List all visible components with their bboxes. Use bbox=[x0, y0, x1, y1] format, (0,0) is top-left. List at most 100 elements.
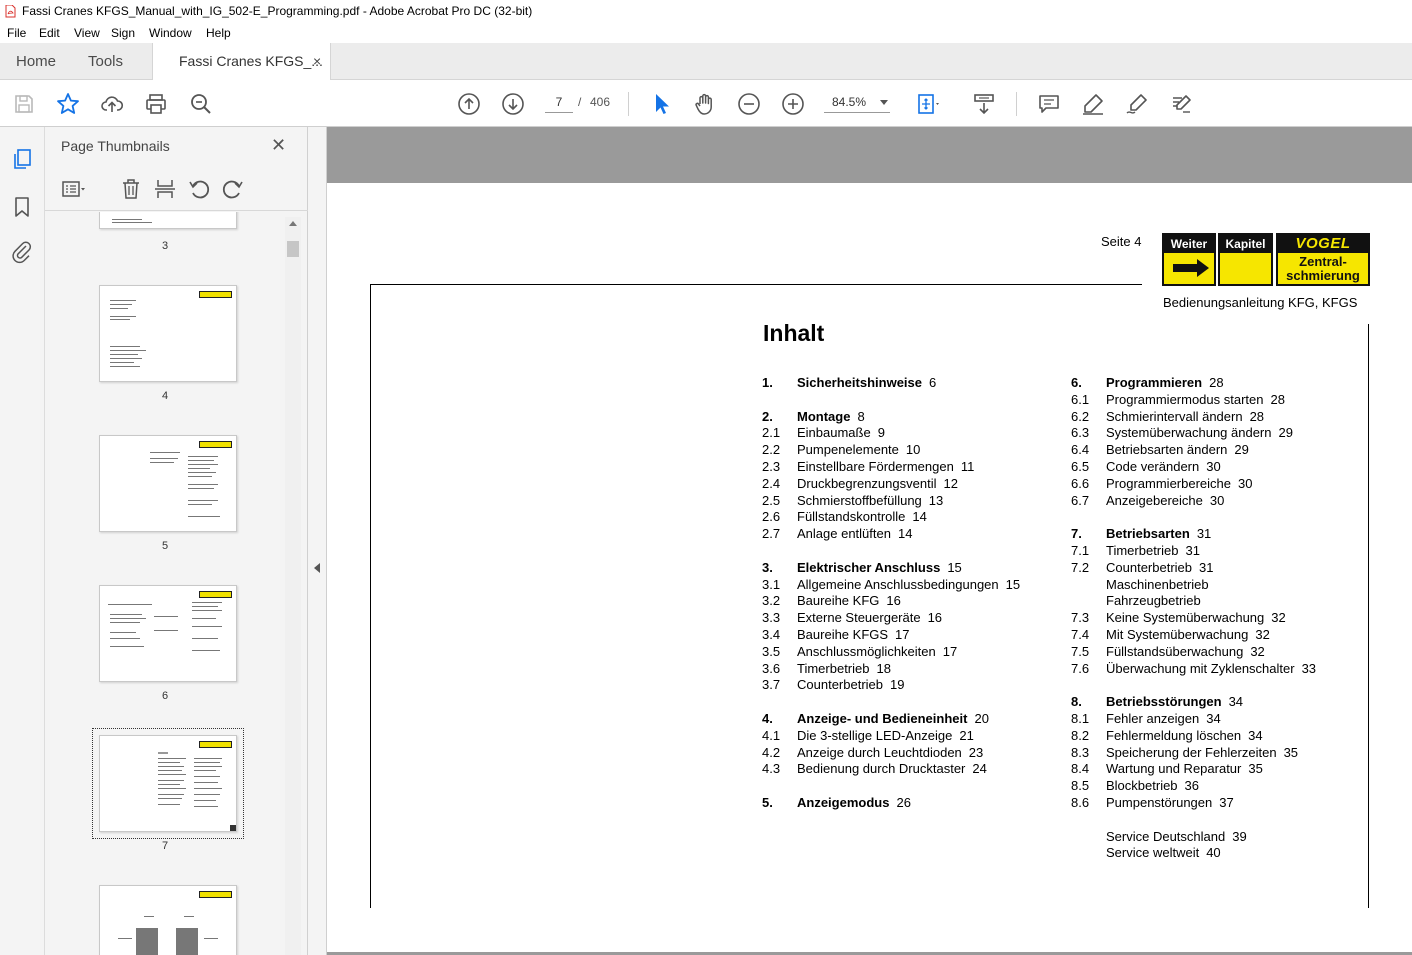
page-thumbnails-icon[interactable] bbox=[12, 148, 34, 170]
toc-entry[interactable]: Anzeige durch Leuchtdioden 23 bbox=[797, 745, 983, 760]
page-thumbnail[interactable] bbox=[99, 285, 237, 382]
scroll-up-icon[interactable] bbox=[289, 221, 297, 226]
toc-entry[interactable]: Druckbegrenzungsventil 12 bbox=[797, 476, 958, 491]
toc-entry[interactable]: Wartung und Reparatur 35 bbox=[1106, 761, 1263, 776]
attachment-icon[interactable] bbox=[11, 240, 33, 264]
toc-entry[interactable]: Montage 8 bbox=[797, 409, 865, 424]
toc-entry[interactable]: Anzeigemodus 26 bbox=[797, 795, 911, 810]
extract-pages-icon[interactable] bbox=[153, 177, 177, 201]
toc-entry-page: 29 bbox=[1278, 425, 1293, 441]
toc-entry[interactable]: Baureihe KFG 16 bbox=[797, 593, 901, 608]
toc-entry[interactable]: Timerbetrieb 18 bbox=[797, 661, 891, 676]
toc-entry[interactable]: Code verändern 30 bbox=[1106, 459, 1221, 474]
comment-icon[interactable] bbox=[1037, 92, 1061, 116]
menu-view[interactable]: View bbox=[74, 23, 100, 43]
toc-entry[interactable]: Allgemeine Anschlussbedingungen 15 bbox=[797, 577, 1020, 592]
menu-sign[interactable]: Sign bbox=[111, 23, 135, 43]
toc-entry[interactable]: Counterbetrieb 31 bbox=[1106, 560, 1213, 575]
scroll-mode-icon[interactable] bbox=[972, 92, 996, 116]
toc-entry[interactable]: Sicherheitshinweise 6 bbox=[797, 375, 936, 390]
toc-entry[interactable]: Betriebsarten ändern 29 bbox=[1106, 442, 1249, 457]
toc-entry[interactable]: Blockbetrieb 36 bbox=[1106, 778, 1199, 793]
toc-entry[interactable]: Systemüberwachung ändern 29 bbox=[1106, 425, 1293, 440]
toc-entry-page: 36 bbox=[1184, 778, 1200, 794]
close-icon[interactable]: ✕ bbox=[271, 135, 286, 156]
tab-home[interactable]: Home bbox=[16, 43, 56, 80]
toc-entry[interactable]: Programmieren 28 bbox=[1106, 375, 1224, 390]
toc-entry[interactable]: Einbaumaße 9 bbox=[797, 425, 885, 440]
document-view[interactable]: Seite 4 Weiter Kapitel VOGEL Zentral- sc… bbox=[327, 127, 1412, 955]
toc-entry[interactable]: Maschinenbetrieb bbox=[1106, 577, 1209, 592]
page-thumbnail[interactable] bbox=[99, 585, 237, 682]
toc-entry[interactable]: Keine Systemüberwachung 32 bbox=[1106, 610, 1286, 625]
toc-entry[interactable]: Anzeigebereiche 30 bbox=[1106, 493, 1224, 508]
toc-entry[interactable]: Anzeige- und Bedieneinheit 20 bbox=[797, 711, 989, 726]
menu-window[interactable]: Window bbox=[149, 23, 192, 43]
print-icon[interactable] bbox=[144, 92, 168, 116]
toc-entry[interactable]: Betriebsarten 31 bbox=[1106, 526, 1211, 541]
toc-entry[interactable]: Schmierstoffbefüllung 13 bbox=[797, 493, 943, 508]
page-thumbnail[interactable] bbox=[99, 885, 237, 955]
zoom-search-icon[interactable] bbox=[189, 92, 213, 116]
zoom-out-icon[interactable] bbox=[737, 92, 761, 116]
select-cursor-icon[interactable] bbox=[650, 92, 674, 116]
bookmark-icon[interactable] bbox=[13, 196, 31, 218]
toc-entry[interactable]: Counterbetrieb 19 bbox=[797, 677, 904, 692]
toc-entry[interactable]: Service Deutschland 39 bbox=[1106, 829, 1247, 844]
edit-share-icon[interactable] bbox=[1169, 92, 1193, 116]
toc-entry[interactable]: Pumpenelemente 10 bbox=[797, 442, 920, 457]
hand-tool-icon[interactable] bbox=[693, 92, 717, 116]
toc-entry[interactable]: Schmierintervall ändern 28 bbox=[1106, 409, 1264, 424]
sign-icon[interactable] bbox=[1125, 92, 1149, 116]
toc-entry[interactable]: Bedienung durch Drucktaster 24 bbox=[797, 761, 987, 776]
toc-entry[interactable]: Speicherung der Fehlerzeiten 35 bbox=[1106, 745, 1298, 760]
toc-entry[interactable]: Überwachung mit Zyklenschalter 33 bbox=[1106, 661, 1316, 676]
menu-edit[interactable]: Edit bbox=[39, 23, 60, 43]
save-icon[interactable] bbox=[12, 92, 36, 116]
toc-entry[interactable]: Füllstandskontrolle 14 bbox=[797, 509, 927, 524]
zoom-in-icon[interactable] bbox=[781, 92, 805, 116]
rotate-right-icon[interactable] bbox=[221, 177, 245, 201]
toc-entry[interactable]: Anschlussmöglichkeiten 17 bbox=[797, 644, 957, 659]
star-icon[interactable] bbox=[56, 92, 80, 116]
fit-page-icon[interactable] bbox=[916, 92, 940, 116]
toc-entry[interactable]: Service weltweit 40 bbox=[1106, 845, 1221, 860]
toc-entry[interactable]: Programmierbereiche 30 bbox=[1106, 476, 1252, 491]
tab-tools[interactable]: Tools bbox=[88, 43, 123, 80]
toc-entry[interactable]: Fahrzeugbetrieb bbox=[1106, 593, 1201, 608]
toc-entry[interactable]: Die 3-stellige LED-Anzeige 21 bbox=[797, 728, 974, 743]
toc-entry[interactable]: Externe Steuergeräte 16 bbox=[797, 610, 942, 625]
page-thumbnail[interactable] bbox=[99, 435, 237, 532]
delete-icon[interactable] bbox=[119, 177, 143, 201]
menu-file[interactable]: File bbox=[7, 23, 26, 43]
options-menu-icon[interactable] bbox=[61, 177, 85, 201]
toc-entry[interactable]: Elektrischer Anschluss 15 bbox=[797, 560, 962, 575]
toc-entry[interactable]: Betriebsstörungen 34 bbox=[1106, 694, 1243, 709]
page-thumbnail[interactable] bbox=[99, 212, 237, 229]
highlight-pen-icon[interactable] bbox=[1081, 92, 1105, 116]
toc-entry[interactable]: Fehlermeldung löschen 34 bbox=[1106, 728, 1263, 743]
toc-entry[interactable]: Anlage entlüften 14 bbox=[797, 526, 912, 541]
toc-entry[interactable]: Fehler anzeigen 34 bbox=[1106, 711, 1221, 726]
upload-cloud-icon[interactable] bbox=[100, 92, 124, 116]
zoom-level-select[interactable]: 84.5% bbox=[824, 91, 890, 113]
toc-entry[interactable]: Mit Systemüberwachung 32 bbox=[1106, 627, 1270, 642]
previous-page-icon[interactable] bbox=[457, 92, 481, 116]
toc-entry[interactable]: Programmiermodus starten 28 bbox=[1106, 392, 1285, 407]
next-page-icon[interactable] bbox=[501, 92, 525, 116]
toc-entry[interactable]: Einstellbare Fördermengen 11 bbox=[797, 459, 974, 474]
thumbnail-list: 3 4 5 6 7 bbox=[45, 212, 285, 955]
page-number-input[interactable] bbox=[545, 91, 573, 113]
panel-collapse-handle[interactable] bbox=[308, 127, 327, 955]
tab-close-icon[interactable]: × bbox=[313, 43, 321, 80]
toc-entry[interactable]: Pumpenstörungen 37 bbox=[1106, 795, 1234, 810]
thumbnail-scrollbar[interactable] bbox=[285, 217, 301, 955]
tab-document[interactable]: Fassi Cranes KFGS_... × bbox=[152, 43, 331, 80]
scrollbar-thumb[interactable] bbox=[287, 241, 299, 257]
rotate-left-icon[interactable] bbox=[187, 177, 211, 201]
menu-help[interactable]: Help bbox=[206, 23, 231, 43]
toc-entry[interactable]: Baureihe KFGS 17 bbox=[797, 627, 910, 642]
toc-entry[interactable]: Füllstandsüberwachung 32 bbox=[1106, 644, 1265, 659]
page-thumbnail-selected[interactable] bbox=[92, 728, 244, 839]
toc-entry[interactable]: Timerbetrieb 31 bbox=[1106, 543, 1200, 558]
